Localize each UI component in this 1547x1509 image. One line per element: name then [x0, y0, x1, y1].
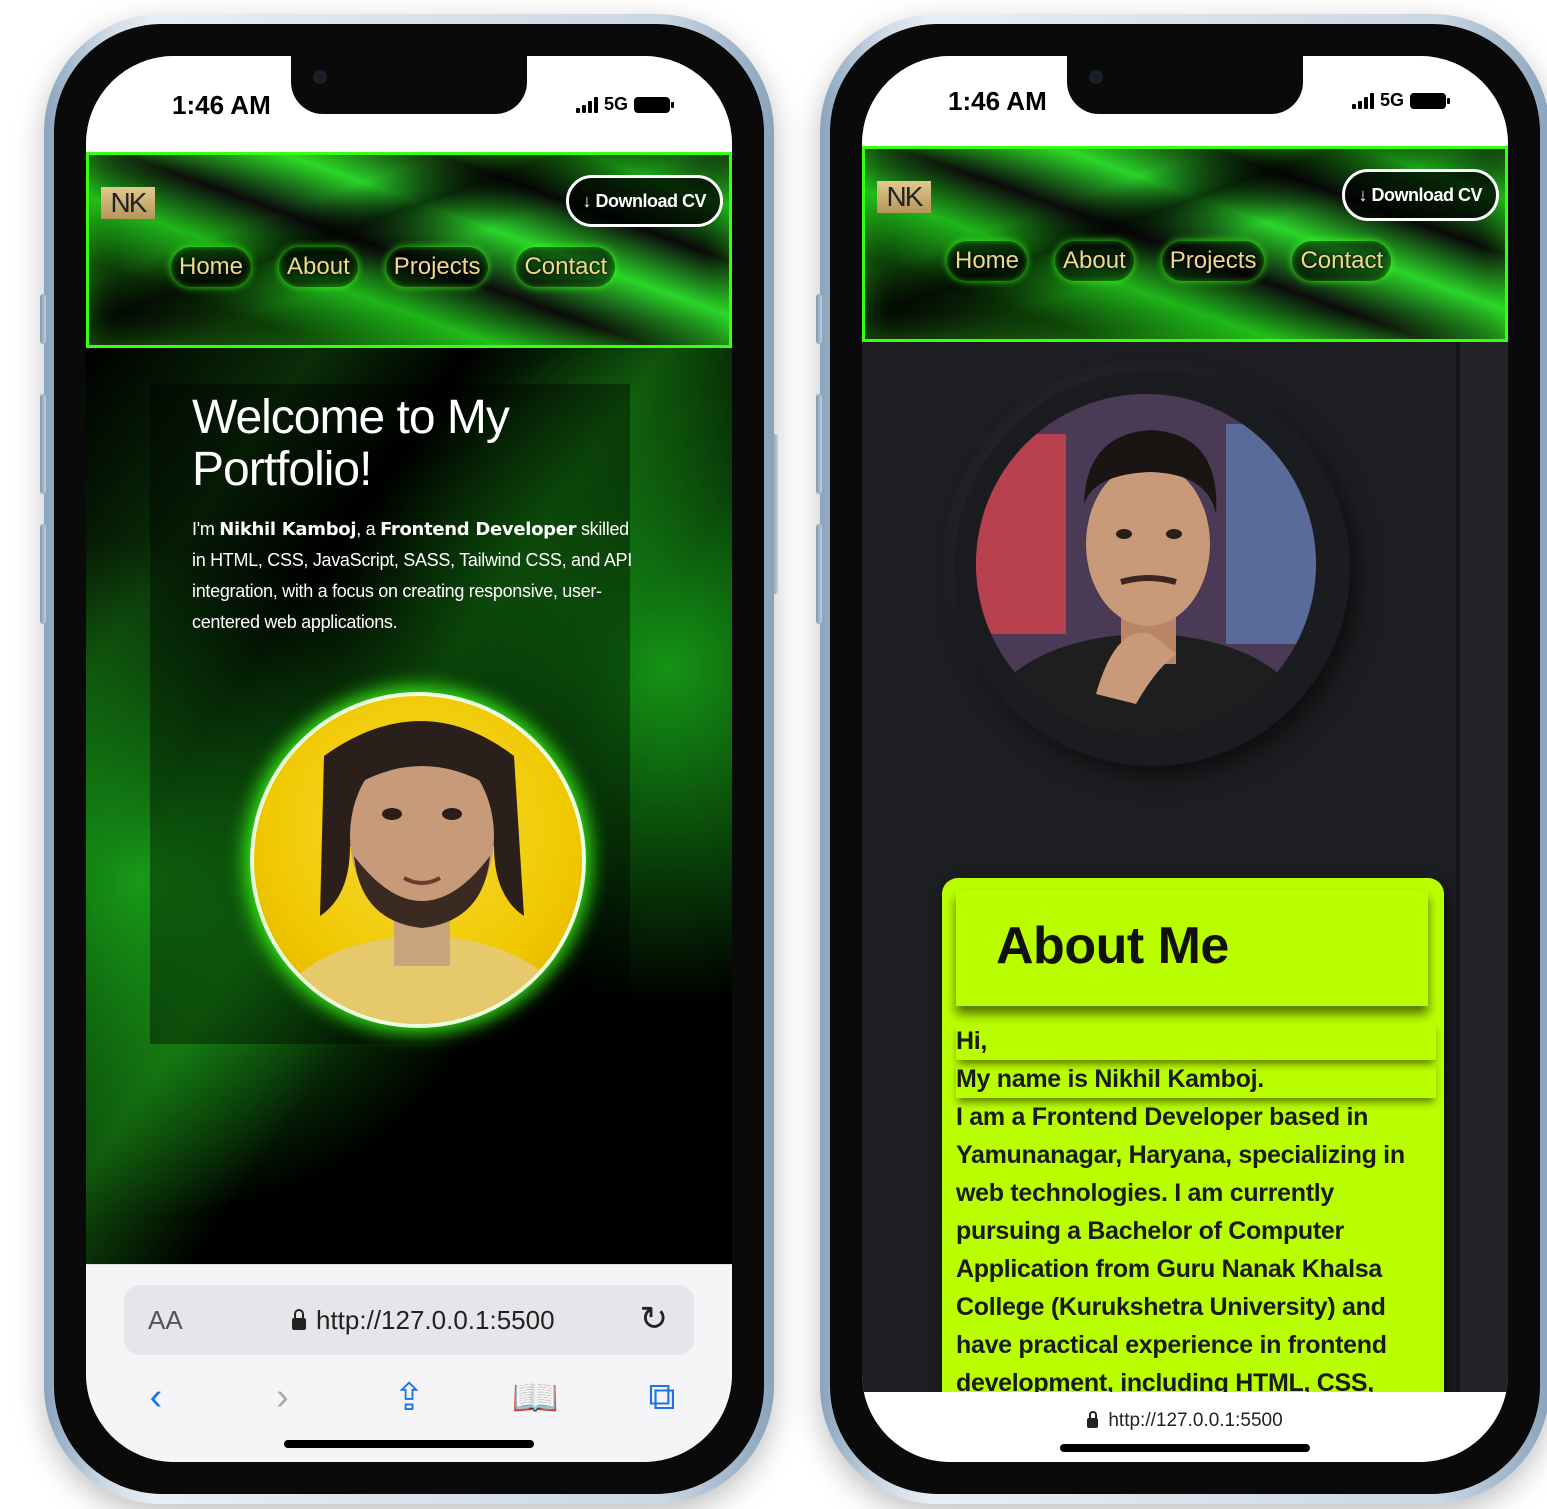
- nav-projects[interactable]: Projects: [385, 247, 489, 287]
- nav-about[interactable]: About: [279, 247, 358, 287]
- nav-contact[interactable]: Contact: [516, 247, 616, 287]
- notch: [291, 56, 527, 114]
- download-cv-button[interactable]: ↓ Download CV: [1341, 169, 1499, 221]
- about-title-box: About Me: [956, 890, 1428, 1006]
- about-line: pursuing a Bachelor of Computer: [956, 1217, 1344, 1245]
- front-camera-icon: [1089, 70, 1103, 84]
- network-label: 5G: [603, 94, 628, 114]
- status-time: 1:46 AM: [948, 86, 1047, 116]
- volume-up-button: [816, 394, 822, 494]
- tabs-icon[interactable]: ⧉: [632, 1376, 692, 1419]
- portrait-image: [272, 721, 572, 1024]
- nav-home[interactable]: Home: [947, 241, 1028, 281]
- hero-title: Welcome to My Portfolio!: [192, 391, 510, 496]
- hero-name: Nikhil Kamboj: [219, 519, 357, 540]
- share-icon[interactable]: ⇪: [379, 1375, 439, 1420]
- url-display[interactable]: http://127.0.0.1:5500: [292, 1305, 555, 1336]
- safari-collapsed-bar[interactable]: http://127.0.0.1:5500: [862, 1392, 1508, 1462]
- phone-bezel: 1:46 AM 5G NK ↓ Download CV Home About P…: [830, 24, 1540, 1494]
- signal-icon: [575, 96, 598, 113]
- about-card: About Me Hi, My name is Nikhil Kamboj. I…: [942, 878, 1444, 1438]
- lock-icon: [1087, 1411, 1099, 1428]
- about-text: Hi, My name is Nikhil Kamboj. I am a Fro…: [956, 1022, 1436, 1402]
- about-section: About Me Hi, My name is Nikhil Kamboj. I…: [862, 342, 1508, 1438]
- notch: [1067, 56, 1303, 114]
- volume-down-button: [40, 524, 46, 624]
- right-phone-mockup: 1:46 AM 5G NK ↓ Download CV Home About P…: [816, 14, 1547, 1504]
- lock-icon: [292, 1308, 306, 1330]
- hero-intro: I'm Nikhil Kamboj, a Frontend Developer …: [192, 519, 632, 632]
- status-indicators: 5G: [575, 94, 674, 115]
- power-button: [772, 434, 778, 594]
- main-nav: Home About Projects Contact: [947, 241, 1392, 281]
- phone-screen: 1:46 AM 5G NK ↓ Download CV Home About P…: [86, 56, 732, 1462]
- site-logo[interactable]: NK: [101, 187, 155, 219]
- volume-up-button: [40, 394, 46, 494]
- safari-bottom-bar: AA http://127.0.0.1:5500 ↻ ‹ › ⇪ 📖 ⧉: [86, 1264, 732, 1462]
- nav-about[interactable]: About: [1055, 241, 1134, 281]
- about-line: Yamunanagar, Haryana, specializing in: [956, 1141, 1405, 1169]
- front-camera-icon: [313, 70, 327, 84]
- battery-icon: [1410, 92, 1450, 109]
- site-logo[interactable]: NK: [877, 181, 931, 213]
- download-cv-button[interactable]: ↓ Download CV: [565, 175, 723, 227]
- about-line: My name is Nikhil Kamboj.: [956, 1060, 1436, 1098]
- status-indicators: 5G: [1351, 90, 1450, 111]
- side-button: [816, 294, 822, 344]
- portrait-image: [976, 394, 1316, 734]
- forward-icon[interactable]: ›: [253, 1376, 313, 1419]
- about-line: Hi,: [956, 1022, 1436, 1060]
- network-label: 5G: [1379, 90, 1404, 110]
- bookmarks-icon[interactable]: 📖: [506, 1376, 566, 1420]
- nav-contact[interactable]: Contact: [1292, 241, 1392, 281]
- status-time: 1:46 AM: [172, 90, 271, 120]
- signal-icon: [1351, 92, 1374, 109]
- side-button: [40, 294, 46, 344]
- scrollbar-track[interactable]: [1456, 342, 1508, 1392]
- hero-role: Frontend Developer: [380, 519, 577, 540]
- battery-icon: [634, 96, 674, 113]
- url-display[interactable]: http://127.0.0.1:5500: [862, 1410, 1508, 1432]
- site-header: NK ↓ Download CV Home About Projects Con…: [862, 146, 1508, 342]
- browser-toolbar: ‹ › ⇪ 📖 ⧉: [126, 1375, 692, 1420]
- phone-bezel: 1:46 AM 5G NK ↓ Download CV Home About P…: [54, 24, 764, 1494]
- home-indicator[interactable]: [1060, 1444, 1310, 1452]
- site-header: NK ↓ Download CV Home About Projects Con…: [86, 152, 732, 348]
- nav-projects[interactable]: Projects: [1161, 241, 1265, 281]
- about-profile-photo: [976, 394, 1316, 734]
- reload-icon[interactable]: ↻: [640, 1299, 669, 1339]
- left-phone-mockup: 1:46 AM 5G NK ↓ Download CV Home About P…: [40, 14, 778, 1504]
- about-line: web technologies. I am currently: [956, 1179, 1334, 1207]
- volume-down-button: [816, 524, 822, 624]
- about-line: I am a Frontend Developer based in: [956, 1103, 1369, 1131]
- hero-section: Welcome to My Portfolio! I'm Nikhil Kamb…: [86, 348, 732, 1264]
- about-title: About Me: [996, 917, 1229, 975]
- phone-screen: 1:46 AM 5G NK ↓ Download CV Home About P…: [862, 56, 1508, 1462]
- address-bar[interactable]: AA http://127.0.0.1:5500 ↻: [124, 1285, 694, 1355]
- reader-settings-button[interactable]: AA: [148, 1305, 183, 1336]
- about-line: have practical experience in frontend: [956, 1331, 1387, 1359]
- about-line: Application from Guru Nanak Khalsa: [956, 1255, 1382, 1283]
- about-line: College (Kurukshetra University) and: [956, 1293, 1386, 1321]
- home-indicator[interactable]: [284, 1440, 534, 1448]
- hero-profile-photo: [250, 692, 586, 1028]
- back-icon[interactable]: ‹: [126, 1376, 186, 1419]
- main-nav: Home About Projects Contact: [171, 247, 616, 287]
- nav-home[interactable]: Home: [171, 247, 252, 287]
